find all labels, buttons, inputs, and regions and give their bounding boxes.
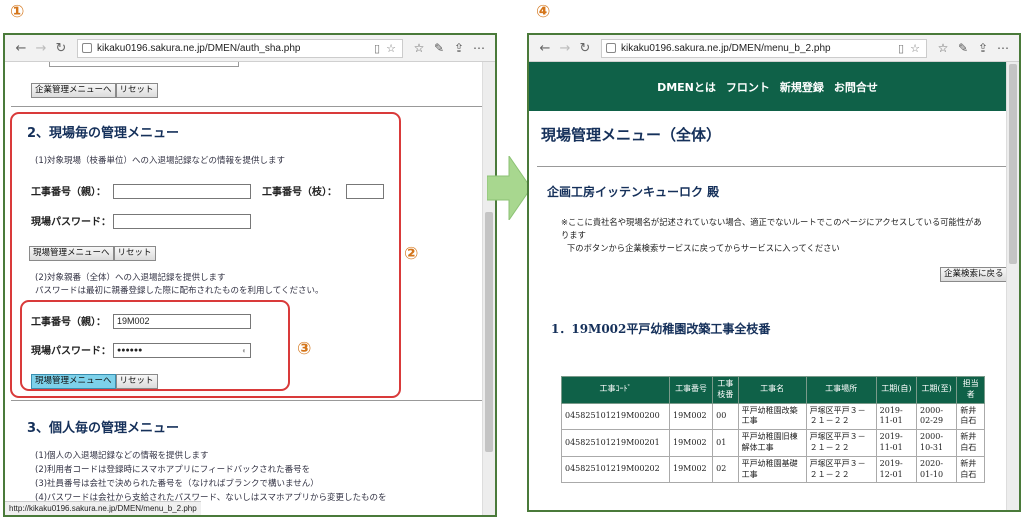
next-step-arrow-icon — [487, 156, 531, 220]
section3-line-2: (2)利用者コードは登録時にスマホアプリにフィードバックされた番号を — [35, 465, 311, 475]
divider-2 — [11, 400, 485, 401]
step-label-4: ④ — [536, 2, 551, 22]
right-page-content: DMENとは フロント 新規登録 お問合せ 現場管理メニュー（全体） 企画工房イ… — [529, 62, 1019, 510]
project-heading: 1．19M002平戸幼稚園改築工事全枝番 — [551, 322, 771, 336]
cell-name: 平戸幼稚園基礎工事 — [737, 455, 807, 484]
address-url: kikaku0196.sakura.ne.jp/DMEN/auth_sha.ph… — [97, 42, 301, 54]
favorites-bar-icon-right[interactable]: ☆ — [933, 41, 953, 55]
table-row: 045825101219M00200 19M002 00 平戸幼稚園改築工事 戸… — [561, 402, 985, 431]
notice-line-3: 下のボタンから企業検索サービスに戻ってからサービスに入ってください — [567, 243, 840, 253]
cell-number: 19M002 — [668, 455, 714, 484]
col-header-code: 工事ｺｰﾄﾞ — [561, 376, 670, 404]
back-icon[interactable]: ← — [11, 41, 31, 56]
reading-view-icon-right[interactable]: ▯ — [894, 42, 908, 55]
nav-link-register[interactable]: 新規登録 — [780, 79, 824, 95]
pen-icon-right[interactable]: ✎ — [953, 41, 973, 55]
favorite-star-icon[interactable]: ☆ — [384, 42, 398, 55]
divider — [11, 106, 485, 107]
col-header-branch: 工事枝番 — [712, 376, 739, 404]
cell-number: 19M002 — [668, 429, 714, 457]
right-scrollbar[interactable] — [1006, 62, 1019, 510]
reading-view-icon[interactable]: ▯ — [370, 42, 384, 55]
cell-name: 平戸幼稚園改築工事 — [737, 402, 807, 431]
table-row: 045825101219M00202 19M002 02 平戸幼稚園基礎工事 戸… — [561, 455, 985, 484]
page-info-icon-right[interactable] — [606, 43, 616, 53]
right-browser-window: ← → ↻ kikaku0196.sakura.ne.jp/DMEN/menu_… — [527, 33, 1021, 512]
right-toolbar: ← → ↻ kikaku0196.sakura.ne.jp/DMEN/menu_… — [529, 35, 1019, 62]
highlight-box-3 — [20, 300, 290, 391]
cell-code: 045825101219M00200 — [561, 402, 670, 431]
cell-name: 平戸幼稚園旧棟解体工事 — [737, 429, 807, 457]
cell-code: 045825101219M00201 — [561, 429, 670, 457]
title-divider — [537, 166, 1007, 167]
top-button-row: 企業管理メニューへ リセット — [31, 80, 158, 99]
section3-line-3: (3)社員番号は会社で決められた番号を（なければブランクで構いません） — [35, 479, 319, 489]
cell-location: 戸塚区平戸３－２１－２２ — [805, 455, 877, 484]
table-row: 045825101219M00201 19M002 01 平戸幼稚園旧棟解体工事… — [561, 429, 985, 457]
right-scroll-thumb[interactable] — [1009, 64, 1017, 264]
page-info-icon[interactable] — [82, 43, 92, 53]
col-header-name: 工事名 — [737, 376, 807, 404]
company-name: 企画工房イッテンキューロク 殿 — [547, 185, 720, 199]
page-title: 現場管理メニュー（全体） — [541, 126, 722, 144]
left-scroll-thumb[interactable] — [485, 212, 493, 452]
favorites-bar-icon[interactable]: ☆ — [409, 41, 429, 55]
favorite-star-icon-right[interactable]: ☆ — [908, 42, 922, 55]
left-scrollbar[interactable] — [482, 62, 495, 515]
cell-start: 2019-12-01 — [875, 455, 918, 484]
nav-link-about[interactable]: DMENとは — [657, 79, 716, 95]
company-menu-button[interactable]: 企業管理メニューへ — [31, 83, 116, 98]
section3-line-1: (1)個人の入退場記録などの情報を提供します — [35, 451, 209, 461]
share-icon[interactable]: ⇪ — [449, 41, 469, 55]
cell-location: 戸塚区平戸３－２１－２２ — [805, 402, 877, 431]
section3-title: 3、個人毎の管理メニュー — [27, 421, 180, 436]
step-label-1: ① — [10, 2, 25, 22]
cell-branch: 00 — [712, 402, 739, 431]
cell-code: 045825101219M00202 — [561, 455, 670, 484]
col-header-start: 工期(自) — [875, 376, 918, 404]
cell-end: 2020-01-10 — [915, 455, 958, 484]
cell-end: 2000-02-29 — [915, 402, 958, 431]
col-header-number: 工事番号 — [668, 376, 714, 404]
nav-link-contact[interactable]: お問合せ — [834, 79, 878, 95]
back-to-company-search-button[interactable]: 企業検索に戻る — [940, 267, 1008, 282]
address-bar-right[interactable]: kikaku0196.sakura.ne.jp/DMEN/menu_b_2.ph… — [601, 38, 927, 58]
site-nav-bar: DMENとは フロント 新規登録 お問合せ — [529, 62, 1006, 111]
cell-location: 戸塚区平戸３－２１－２２ — [805, 429, 877, 457]
nav-link-front[interactable]: フロント — [726, 79, 770, 95]
address-url-right: kikaku0196.sakura.ne.jp/DMEN/menu_b_2.ph… — [621, 42, 831, 54]
cell-start: 2019-11-01 — [875, 402, 918, 431]
notice-line-1: ※ここに貴社名や現場名が記述されていない場合、適正でないルートでこのページにアク… — [561, 217, 982, 227]
address-bar[interactable]: kikaku0196.sakura.ne.jp/DMEN/auth_sha.ph… — [77, 38, 403, 58]
project-table: 工事ｺｰﾄﾞ 工事番号 工事枝番 工事名 工事場所 工期(自) 工期(至) 担当… — [561, 376, 985, 484]
status-bar: http://kikaku0196.sakura.ne.jp/DMEN/menu… — [5, 501, 201, 515]
refresh-icon[interactable]: ↻ — [51, 41, 71, 56]
more-icon-right[interactable]: ⋯ — [993, 41, 1013, 55]
col-header-end: 工期(至) — [915, 376, 958, 404]
forward-icon[interactable]: → — [31, 41, 51, 56]
refresh-icon-right[interactable]: ↻ — [575, 41, 595, 56]
cell-manager: 新井白石 — [956, 429, 985, 457]
back-button-wrap: 企業検索に戻る — [940, 264, 1008, 283]
more-icon[interactable]: ⋯ — [469, 41, 489, 55]
pen-icon[interactable]: ✎ — [429, 41, 449, 55]
cell-end: 2000-10-31 — [915, 429, 958, 457]
cell-start: 2019-11-01 — [875, 429, 918, 457]
cell-number: 19M002 — [668, 402, 714, 431]
left-toolbar: ← → ↻ kikaku0196.sakura.ne.jp/DMEN/auth_… — [5, 35, 495, 62]
cell-branch: 01 — [712, 429, 739, 457]
top-input-fragment — [49, 62, 239, 67]
notice-line-2: ります — [561, 230, 586, 240]
share-icon-right[interactable]: ⇪ — [973, 41, 993, 55]
cell-manager: 新井白石 — [956, 455, 985, 484]
col-header-manager: 担当者 — [956, 376, 985, 404]
back-icon-right[interactable]: ← — [535, 41, 555, 56]
annotation-label-3: ③ — [297, 339, 312, 359]
forward-icon-right[interactable]: → — [555, 41, 575, 56]
cell-branch: 02 — [712, 455, 739, 484]
annotation-label-2: ② — [404, 244, 419, 264]
reset-button-top[interactable]: リセット — [115, 83, 158, 98]
col-header-location: 工事場所 — [805, 376, 877, 404]
cell-manager: 新井白石 — [956, 402, 985, 431]
